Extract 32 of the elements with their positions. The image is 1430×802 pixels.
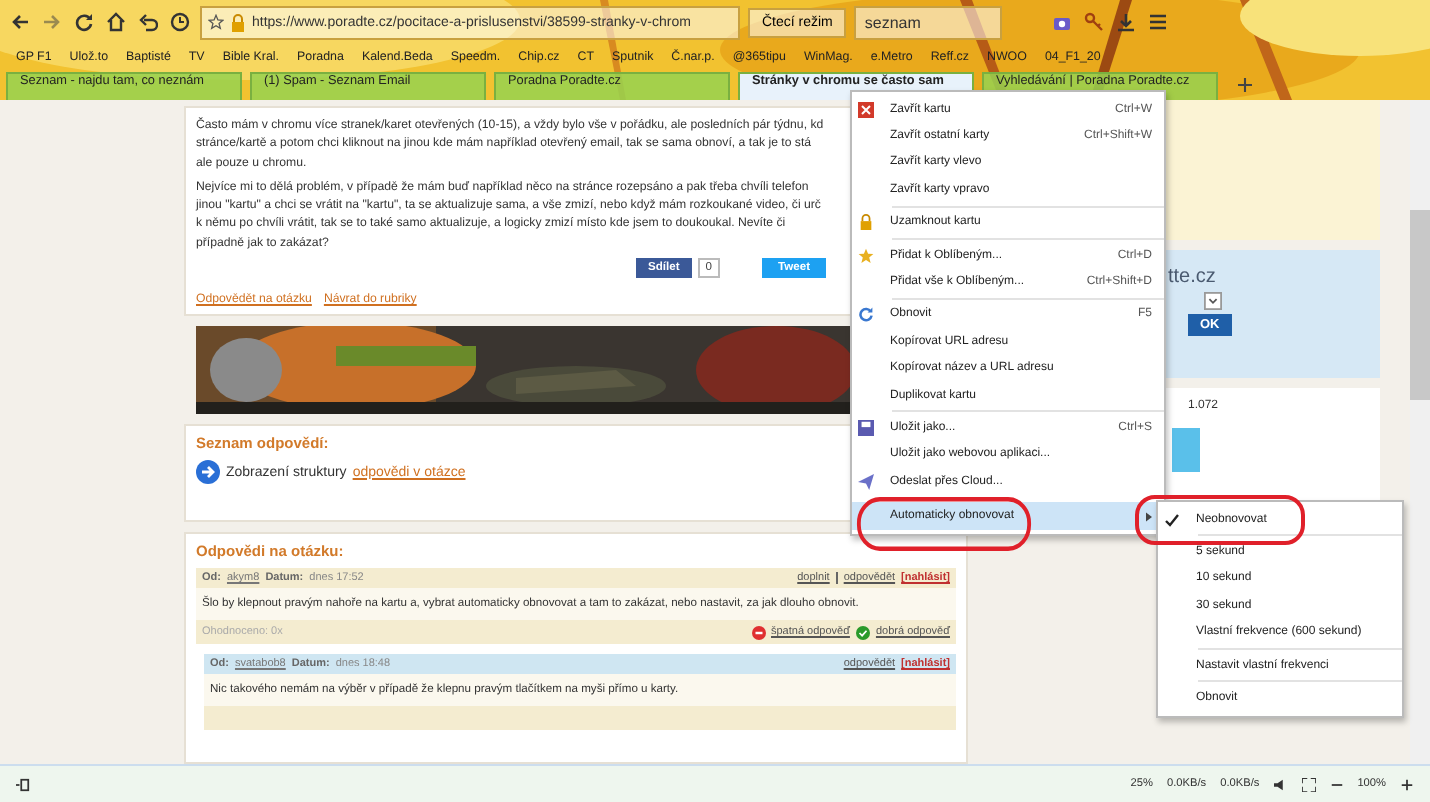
lock-icon	[858, 214, 874, 231]
star-icon	[858, 247, 874, 264]
twitter-widget	[1172, 428, 1200, 472]
clock-icon[interactable]	[170, 12, 190, 32]
save-icon	[858, 419, 874, 436]
scrollbar-thumb[interactable]	[1410, 210, 1430, 400]
reload-icon[interactable]	[74, 12, 94, 32]
fullscreen-icon[interactable]	[1301, 777, 1316, 791]
arrow-icon	[196, 460, 220, 485]
star-icon[interactable]	[208, 14, 224, 30]
paper-plane-icon	[858, 473, 874, 490]
close-icon	[858, 101, 874, 118]
reload-icon	[858, 306, 874, 323]
camera-icon[interactable]	[1052, 12, 1073, 32]
speaker-icon[interactable]	[1273, 777, 1288, 791]
submenu-arrow-icon	[1146, 511, 1152, 522]
menu-icon[interactable]	[1148, 12, 1169, 32]
download-icon[interactable]	[1116, 12, 1137, 32]
scrollbar[interactable]	[1410, 100, 1430, 764]
new-tab-icon[interactable]	[1238, 78, 1252, 92]
search-field[interactable]: seznam	[854, 5, 1003, 39]
key-icon[interactable]	[1084, 12, 1105, 32]
minus-icon	[751, 625, 765, 640]
home-icon[interactable]	[106, 12, 126, 32]
dropdown-field[interactable]	[1204, 292, 1222, 310]
check-icon	[855, 625, 870, 640]
zoom-in-icon[interactable]	[1400, 777, 1414, 791]
back-icon[interactable]	[10, 12, 30, 32]
undo-icon[interactable]	[138, 12, 158, 32]
panel-toggle-icon[interactable]	[16, 777, 30, 791]
lock-icon	[230, 13, 246, 31]
site-title: tte.cz	[1168, 266, 1218, 288]
